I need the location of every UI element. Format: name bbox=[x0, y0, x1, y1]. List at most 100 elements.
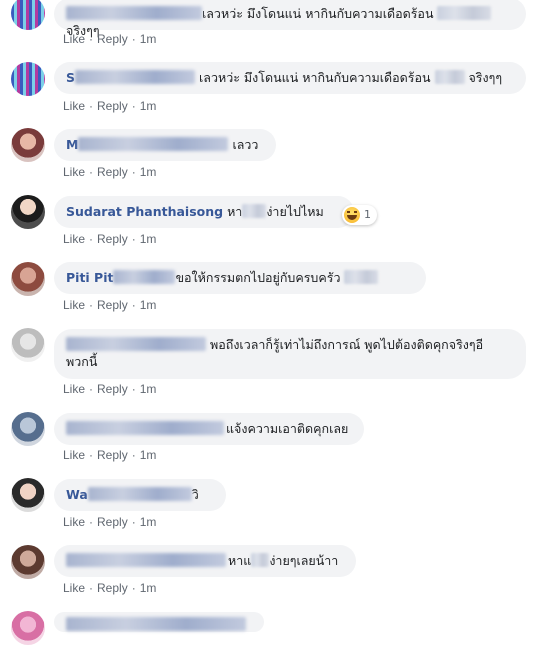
comment-bubble: Wa วิ bbox=[54, 479, 226, 511]
comment-bubble bbox=[54, 612, 264, 632]
author-name[interactable]: M bbox=[66, 137, 78, 152]
separator: · bbox=[131, 165, 136, 179]
author-name[interactable]: S bbox=[66, 70, 75, 85]
comment-text: พอถึงเวลาก็รู้เท่าไม่ถึงการณ์ พูดไปต้องต… bbox=[210, 337, 484, 352]
author-name[interactable]: Wa bbox=[66, 487, 88, 502]
comment-text: หาแ bbox=[228, 553, 252, 568]
haha-emoji-icon bbox=[344, 207, 360, 223]
avatar[interactable] bbox=[11, 611, 45, 645]
avatar[interactable] bbox=[11, 0, 45, 30]
separator: · bbox=[131, 515, 136, 529]
comment-text: ง่ายไปไหม bbox=[266, 204, 324, 219]
comment-actions: Like · Reply · 1m bbox=[63, 32, 156, 46]
comment-bubble: Sudarat Phanthaisong หา ง่ายไปไหม bbox=[54, 196, 354, 228]
comment-text: หา bbox=[227, 204, 243, 219]
comment-text: ขอให้กรรมตกไปอยู่กับครบครัว bbox=[175, 270, 341, 285]
separator: · bbox=[89, 515, 94, 529]
redacted-name bbox=[75, 70, 196, 84]
separator: · bbox=[131, 298, 136, 312]
avatar[interactable] bbox=[11, 195, 45, 229]
timestamp[interactable]: 1m bbox=[140, 382, 157, 396]
timestamp[interactable]: 1m bbox=[140, 515, 157, 529]
comment-text: เลวหว่ะ มึงโดนแน่ หากินกับความเดือดร้อน bbox=[202, 6, 434, 21]
separator: · bbox=[131, 382, 136, 396]
redacted-text bbox=[251, 553, 270, 567]
author-name[interactable]: Sudarat Phanthaisong bbox=[66, 204, 223, 219]
redacted-name bbox=[66, 337, 206, 351]
like-link[interactable]: Like bbox=[63, 165, 85, 179]
reply-link[interactable]: Reply bbox=[97, 32, 128, 46]
comment-bubble: M เลวว bbox=[54, 129, 276, 161]
separator: · bbox=[89, 165, 94, 179]
comment-bubble: หาแ ง่ายๆเลยน้าา bbox=[54, 545, 356, 577]
redacted-name bbox=[113, 270, 176, 284]
avatar[interactable] bbox=[11, 478, 45, 512]
separator: · bbox=[89, 382, 94, 396]
comment-actions: Like · Reply · 1m bbox=[63, 515, 156, 529]
reply-link[interactable]: Reply bbox=[97, 99, 128, 113]
reaction-count: 1 bbox=[364, 208, 371, 221]
like-link[interactable]: Like bbox=[63, 32, 85, 46]
separator: · bbox=[131, 448, 136, 462]
comment-actions: Like · Reply · 1m bbox=[63, 448, 156, 462]
comment-bubble: Piti Pit ขอให้กรรมตกไปอยู่กับครบครัว bbox=[54, 262, 426, 294]
like-link[interactable]: Like bbox=[63, 232, 85, 246]
separator: · bbox=[89, 99, 94, 113]
separator: · bbox=[131, 581, 136, 595]
comment-text: จริงๆๆ bbox=[468, 70, 503, 85]
separator: · bbox=[131, 99, 136, 113]
like-link[interactable]: Like bbox=[63, 581, 85, 595]
like-link[interactable]: Like bbox=[63, 298, 85, 312]
reaction-badge[interactable]: 1 bbox=[342, 205, 377, 225]
avatar[interactable] bbox=[11, 262, 45, 296]
comment-text: วิ bbox=[191, 487, 199, 502]
comment-actions: Like · Reply · 1m bbox=[63, 382, 156, 396]
redacted-text bbox=[434, 70, 465, 84]
like-link[interactable]: Like bbox=[63, 99, 85, 113]
author-name[interactable] bbox=[66, 6, 202, 20]
comment-text: เลวหว่ะ มึงโดนแน่ หากินกับความเดือดร้อน bbox=[199, 70, 431, 85]
comment-bubble: เลวหว่ะ มึงโดนแน่ หากินกับความเดือดร้อน … bbox=[54, 0, 526, 38]
avatar[interactable] bbox=[11, 545, 45, 579]
avatar[interactable] bbox=[11, 128, 45, 162]
timestamp[interactable]: 1m bbox=[140, 32, 157, 46]
comment-bubble: พอถึงเวลาก็รู้เท่าไม่ถึงการณ์ พูดไปต้องต… bbox=[54, 329, 526, 379]
comment-text: เลวว bbox=[232, 137, 259, 152]
comment-actions: Like · Reply · 1m bbox=[63, 99, 156, 113]
comment-bubble: แจ้งความเอาติดคุกเลย bbox=[54, 413, 364, 445]
avatar[interactable] bbox=[11, 62, 45, 96]
timestamp[interactable]: 1m bbox=[140, 232, 157, 246]
like-link[interactable]: Like bbox=[63, 382, 85, 396]
timestamp[interactable]: 1m bbox=[140, 581, 157, 595]
avatar[interactable] bbox=[11, 328, 45, 362]
timestamp[interactable]: 1m bbox=[140, 99, 157, 113]
like-link[interactable]: Like bbox=[63, 448, 85, 462]
reply-link[interactable]: Reply bbox=[97, 515, 128, 529]
timestamp[interactable]: 1m bbox=[140, 165, 157, 179]
comment-actions: Like · Reply · 1m bbox=[63, 298, 156, 312]
timestamp[interactable]: 1m bbox=[140, 298, 157, 312]
separator: · bbox=[131, 32, 136, 46]
reply-link[interactable]: Reply bbox=[97, 382, 128, 396]
reply-link[interactable]: Reply bbox=[97, 165, 128, 179]
reply-link[interactable]: Reply bbox=[97, 581, 128, 595]
redacted-name bbox=[66, 553, 226, 567]
separator: · bbox=[89, 298, 94, 312]
reply-link[interactable]: Reply bbox=[97, 298, 128, 312]
reply-link[interactable]: Reply bbox=[97, 448, 128, 462]
comment-text: ง่ายๆเลยน้าา bbox=[269, 553, 339, 568]
redacted-name bbox=[87, 487, 192, 501]
timestamp[interactable]: 1m bbox=[140, 448, 157, 462]
like-link[interactable]: Like bbox=[63, 515, 85, 529]
redacted-text bbox=[242, 204, 267, 218]
redacted-name bbox=[66, 421, 224, 435]
redacted-text bbox=[437, 6, 492, 20]
reply-link[interactable]: Reply bbox=[97, 232, 128, 246]
comment-actions: Like · Reply · 1m bbox=[63, 581, 156, 595]
redacted-text bbox=[344, 270, 379, 284]
author-name[interactable]: Piti Pit bbox=[66, 270, 113, 285]
separator: · bbox=[89, 448, 94, 462]
comment-actions: Like · Reply · 1m bbox=[63, 232, 156, 246]
comment-text: พวกนี้ bbox=[66, 354, 98, 369]
avatar[interactable] bbox=[11, 412, 45, 446]
